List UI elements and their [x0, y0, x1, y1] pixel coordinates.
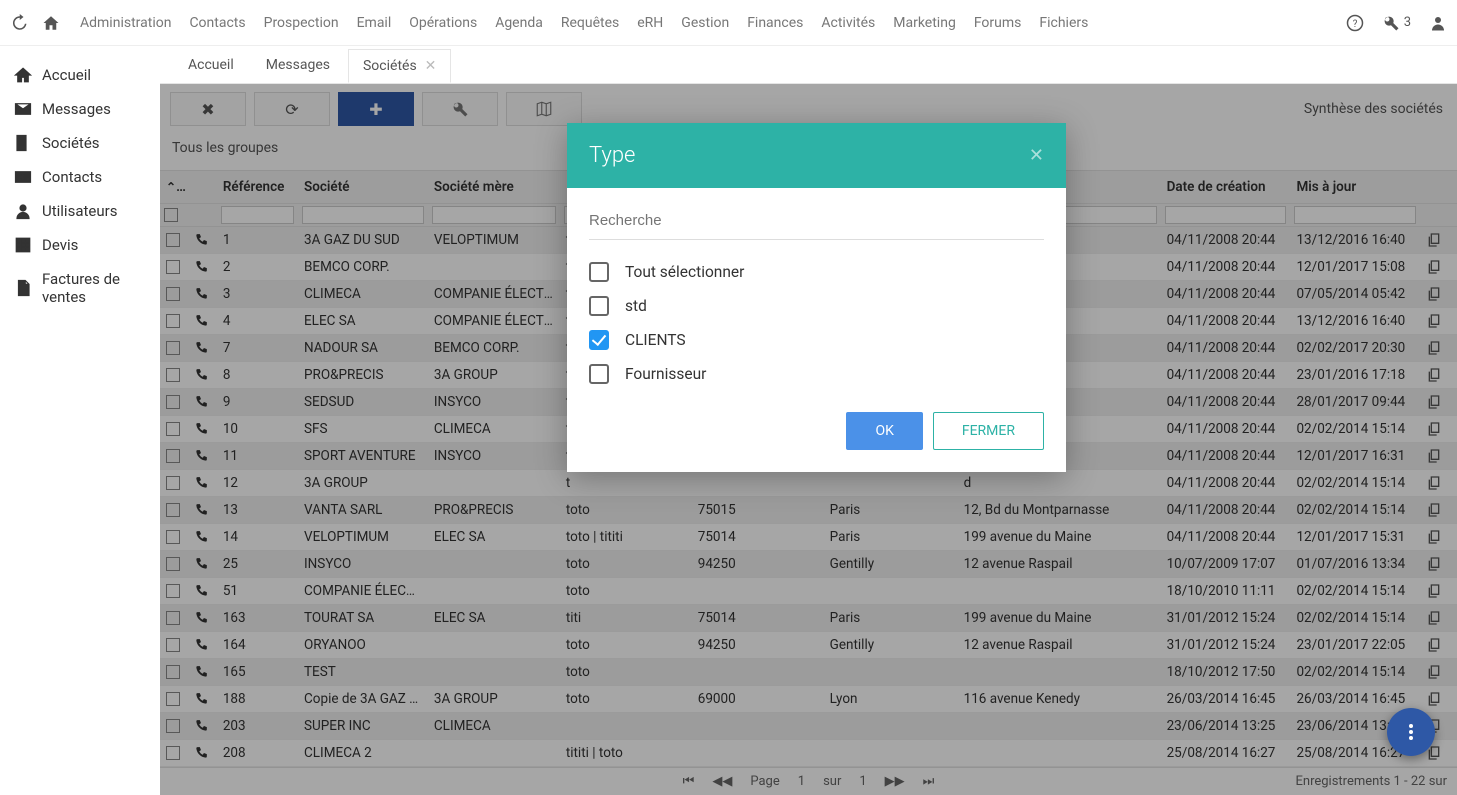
top-bar: Administration Contacts Prospection Email Op…	[0, 0, 1457, 46]
modal-search-input[interactable]	[589, 206, 1044, 240]
nav-prospection[interactable]: Prospection	[264, 15, 339, 31]
nav-gestion[interactable]: Gestion	[681, 15, 729, 31]
sidebar-item-label: Accueil	[42, 66, 91, 84]
checkbox-icon[interactable]	[589, 262, 609, 282]
user-icon[interactable]	[1429, 14, 1447, 32]
tab-label: Accueil	[188, 57, 234, 73]
modal-option-label: Tout sélectionner	[625, 263, 744, 281]
id-card-icon	[14, 168, 32, 186]
sidebar-item-accueil[interactable]: Accueil	[8, 58, 152, 92]
nav-finances[interactable]: Finances	[747, 15, 803, 31]
modal-header: Type ✕	[567, 123, 1066, 188]
sidebar: Accueil Messages Sociétés Contacts Utilisate…	[0, 46, 160, 778]
sidebar-item-sociétés[interactable]: Sociétés	[8, 126, 152, 160]
fab-button[interactable]	[1387, 708, 1435, 756]
modal-option[interactable]: CLIENTS	[589, 330, 1044, 350]
sidebar-item-label: Messages	[42, 100, 111, 118]
tab-sociétés[interactable]: Sociétés ✕	[348, 49, 451, 83]
modal-close-button[interactable]: FERMER	[933, 412, 1044, 450]
tab-label: Messages	[266, 57, 330, 73]
modal-ok-button[interactable]: OK	[846, 412, 922, 450]
wrench-icon[interactable]	[1382, 14, 1400, 32]
modal-close-icon[interactable]: ✕	[1029, 145, 1044, 166]
modal-option-label: std	[625, 297, 647, 315]
nav-erh[interactable]: eRH	[637, 15, 663, 31]
tabs: Accueil Messages Sociétés ✕	[160, 46, 1457, 84]
sidebar-item-devis[interactable]: Devis	[8, 228, 152, 262]
home-icon[interactable]	[42, 14, 60, 32]
sidebar-item-label: Utilisateurs	[42, 202, 117, 220]
sidebar-item-utilisateurs[interactable]: Utilisateurs	[8, 194, 152, 228]
nav-opérations[interactable]: Opérations	[409, 15, 477, 31]
nav-agenda[interactable]: Agenda	[495, 15, 543, 31]
sidebar-item-label: Contacts	[42, 168, 102, 186]
user-icon	[14, 202, 32, 220]
svg-text:?: ?	[1352, 18, 1357, 29]
notification-count: 3	[1404, 15, 1411, 30]
building-icon	[14, 134, 32, 152]
mail-icon	[14, 100, 32, 118]
nav-email[interactable]: Email	[357, 15, 392, 31]
modal-option[interactable]: Tout sélectionner	[589, 262, 1044, 282]
sidebar-item-label: Devis	[42, 236, 78, 254]
checkbox-icon[interactable]	[589, 364, 609, 384]
modal-option-label: Fournisseur	[625, 365, 706, 383]
modal-option-label: CLIENTS	[625, 331, 686, 349]
help-icon[interactable]: ?	[1346, 14, 1364, 32]
nav-requêtes[interactable]: Requêtes	[561, 15, 619, 31]
modal-title: Type	[589, 143, 635, 168]
checkbox-icon[interactable]	[589, 296, 609, 316]
tab-messages[interactable]: Messages	[252, 49, 344, 81]
modal-option[interactable]: Fournisseur	[589, 364, 1044, 384]
tab-label: Sociétés	[363, 58, 417, 74]
nav-fichiers[interactable]: Fichiers	[1039, 15, 1088, 31]
nav-marketing[interactable]: Marketing	[893, 15, 956, 31]
nav-administration[interactable]: Administration	[80, 15, 171, 31]
nav-contacts[interactable]: Contacts	[189, 15, 245, 31]
nav-activités[interactable]: Activités	[821, 15, 875, 31]
sidebar-item-factures-de-ventes[interactable]: Factures de ventes	[8, 262, 152, 314]
tab-accueil[interactable]: Accueil	[174, 49, 248, 81]
history-icon[interactable]	[10, 14, 28, 32]
sidebar-item-label: Factures de ventes	[42, 270, 146, 306]
tab-close-icon[interactable]: ✕	[425, 58, 437, 74]
nav-forums[interactable]: Forums	[974, 15, 1022, 31]
top-nav: Administration Contacts Prospection Email Op…	[80, 15, 1088, 31]
sidebar-item-label: Sociétés	[42, 134, 100, 152]
sidebar-item-contacts[interactable]: Contacts	[8, 160, 152, 194]
grid-icon	[14, 236, 32, 254]
modal-option[interactable]: std	[589, 296, 1044, 316]
home-icon	[14, 66, 32, 84]
checkbox-icon[interactable]	[589, 330, 609, 350]
file-icon	[14, 279, 32, 297]
sidebar-item-messages[interactable]: Messages	[8, 92, 152, 126]
type-modal: Type ✕ Tout sélectionner std CLIENTS Fourni…	[567, 123, 1066, 472]
